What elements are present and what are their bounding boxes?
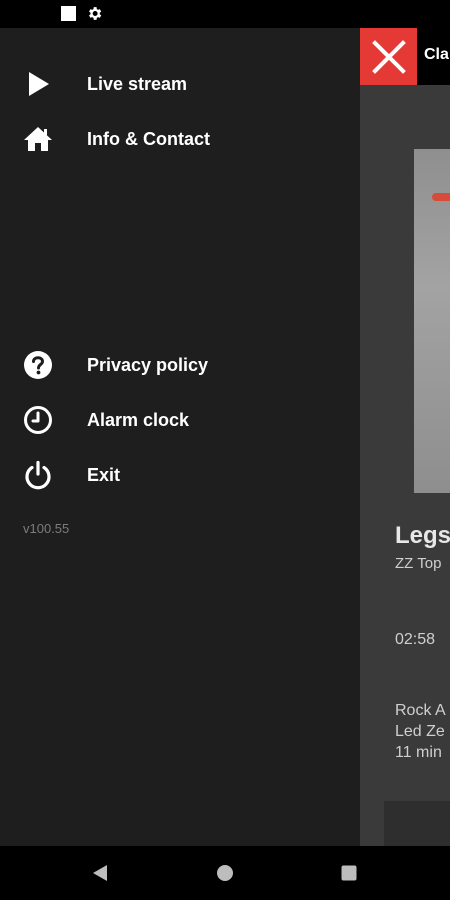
next-up-info: Rock A Led Ze 11 min <box>395 700 446 763</box>
system-navigation-bar <box>0 846 450 900</box>
home-icon <box>22 123 54 155</box>
power-icon <box>22 459 54 491</box>
gear-icon <box>89 7 102 20</box>
recents-icon <box>341 865 357 881</box>
home-circle-icon <box>217 865 233 881</box>
player-toolbar: Cla <box>360 28 450 85</box>
song-artist: ZZ Top <box>395 555 442 572</box>
song-title: Legs <box>395 522 450 549</box>
clock-icon <box>22 404 54 436</box>
menu-item-exit[interactable]: Exit <box>0 451 360 499</box>
next-up-line: Led Ze <box>395 723 445 740</box>
back-button[interactable] <box>85 858 115 888</box>
back-icon <box>93 865 107 881</box>
app-version: v100.55 <box>23 521 70 536</box>
close-icon <box>371 39 406 74</box>
menu-item-label: Privacy policy <box>87 354 209 375</box>
player-screen-background: Cla Legs ZZ Top 02:58 Rock A Led Ze 11 m… <box>360 28 450 846</box>
notification-square-icon <box>61 6 76 21</box>
menu-item-label: Info & Contact <box>87 128 210 149</box>
player-title: Cla <box>424 46 449 63</box>
menu-item-label: Alarm clock <box>87 409 190 430</box>
navigation-drawer: Live stream Info & Contact Privacy polic… <box>0 28 360 846</box>
close-button[interactable] <box>360 28 417 85</box>
menu-item-label: Exit <box>87 464 121 485</box>
album-art-detail <box>432 193 450 201</box>
menu-item-live-stream[interactable]: Live stream <box>0 60 360 108</box>
menu-item-label: Live stream <box>87 73 188 94</box>
help-circle-icon <box>22 349 54 381</box>
recents-button[interactable] <box>334 858 364 888</box>
menu-item-alarm-clock[interactable]: Alarm clock <box>0 396 360 444</box>
elapsed-time: 02:58 <box>395 631 436 648</box>
next-up-line: Rock A <box>395 702 446 719</box>
status-bar <box>0 0 450 28</box>
menu-item-privacy-policy[interactable]: Privacy policy <box>0 341 360 389</box>
next-up-line: 11 min <box>395 744 442 761</box>
home-button[interactable] <box>210 858 240 888</box>
menu-item-info-contact[interactable]: Info & Contact <box>0 115 360 163</box>
play-icon <box>22 68 54 100</box>
bottom-card <box>384 801 450 846</box>
